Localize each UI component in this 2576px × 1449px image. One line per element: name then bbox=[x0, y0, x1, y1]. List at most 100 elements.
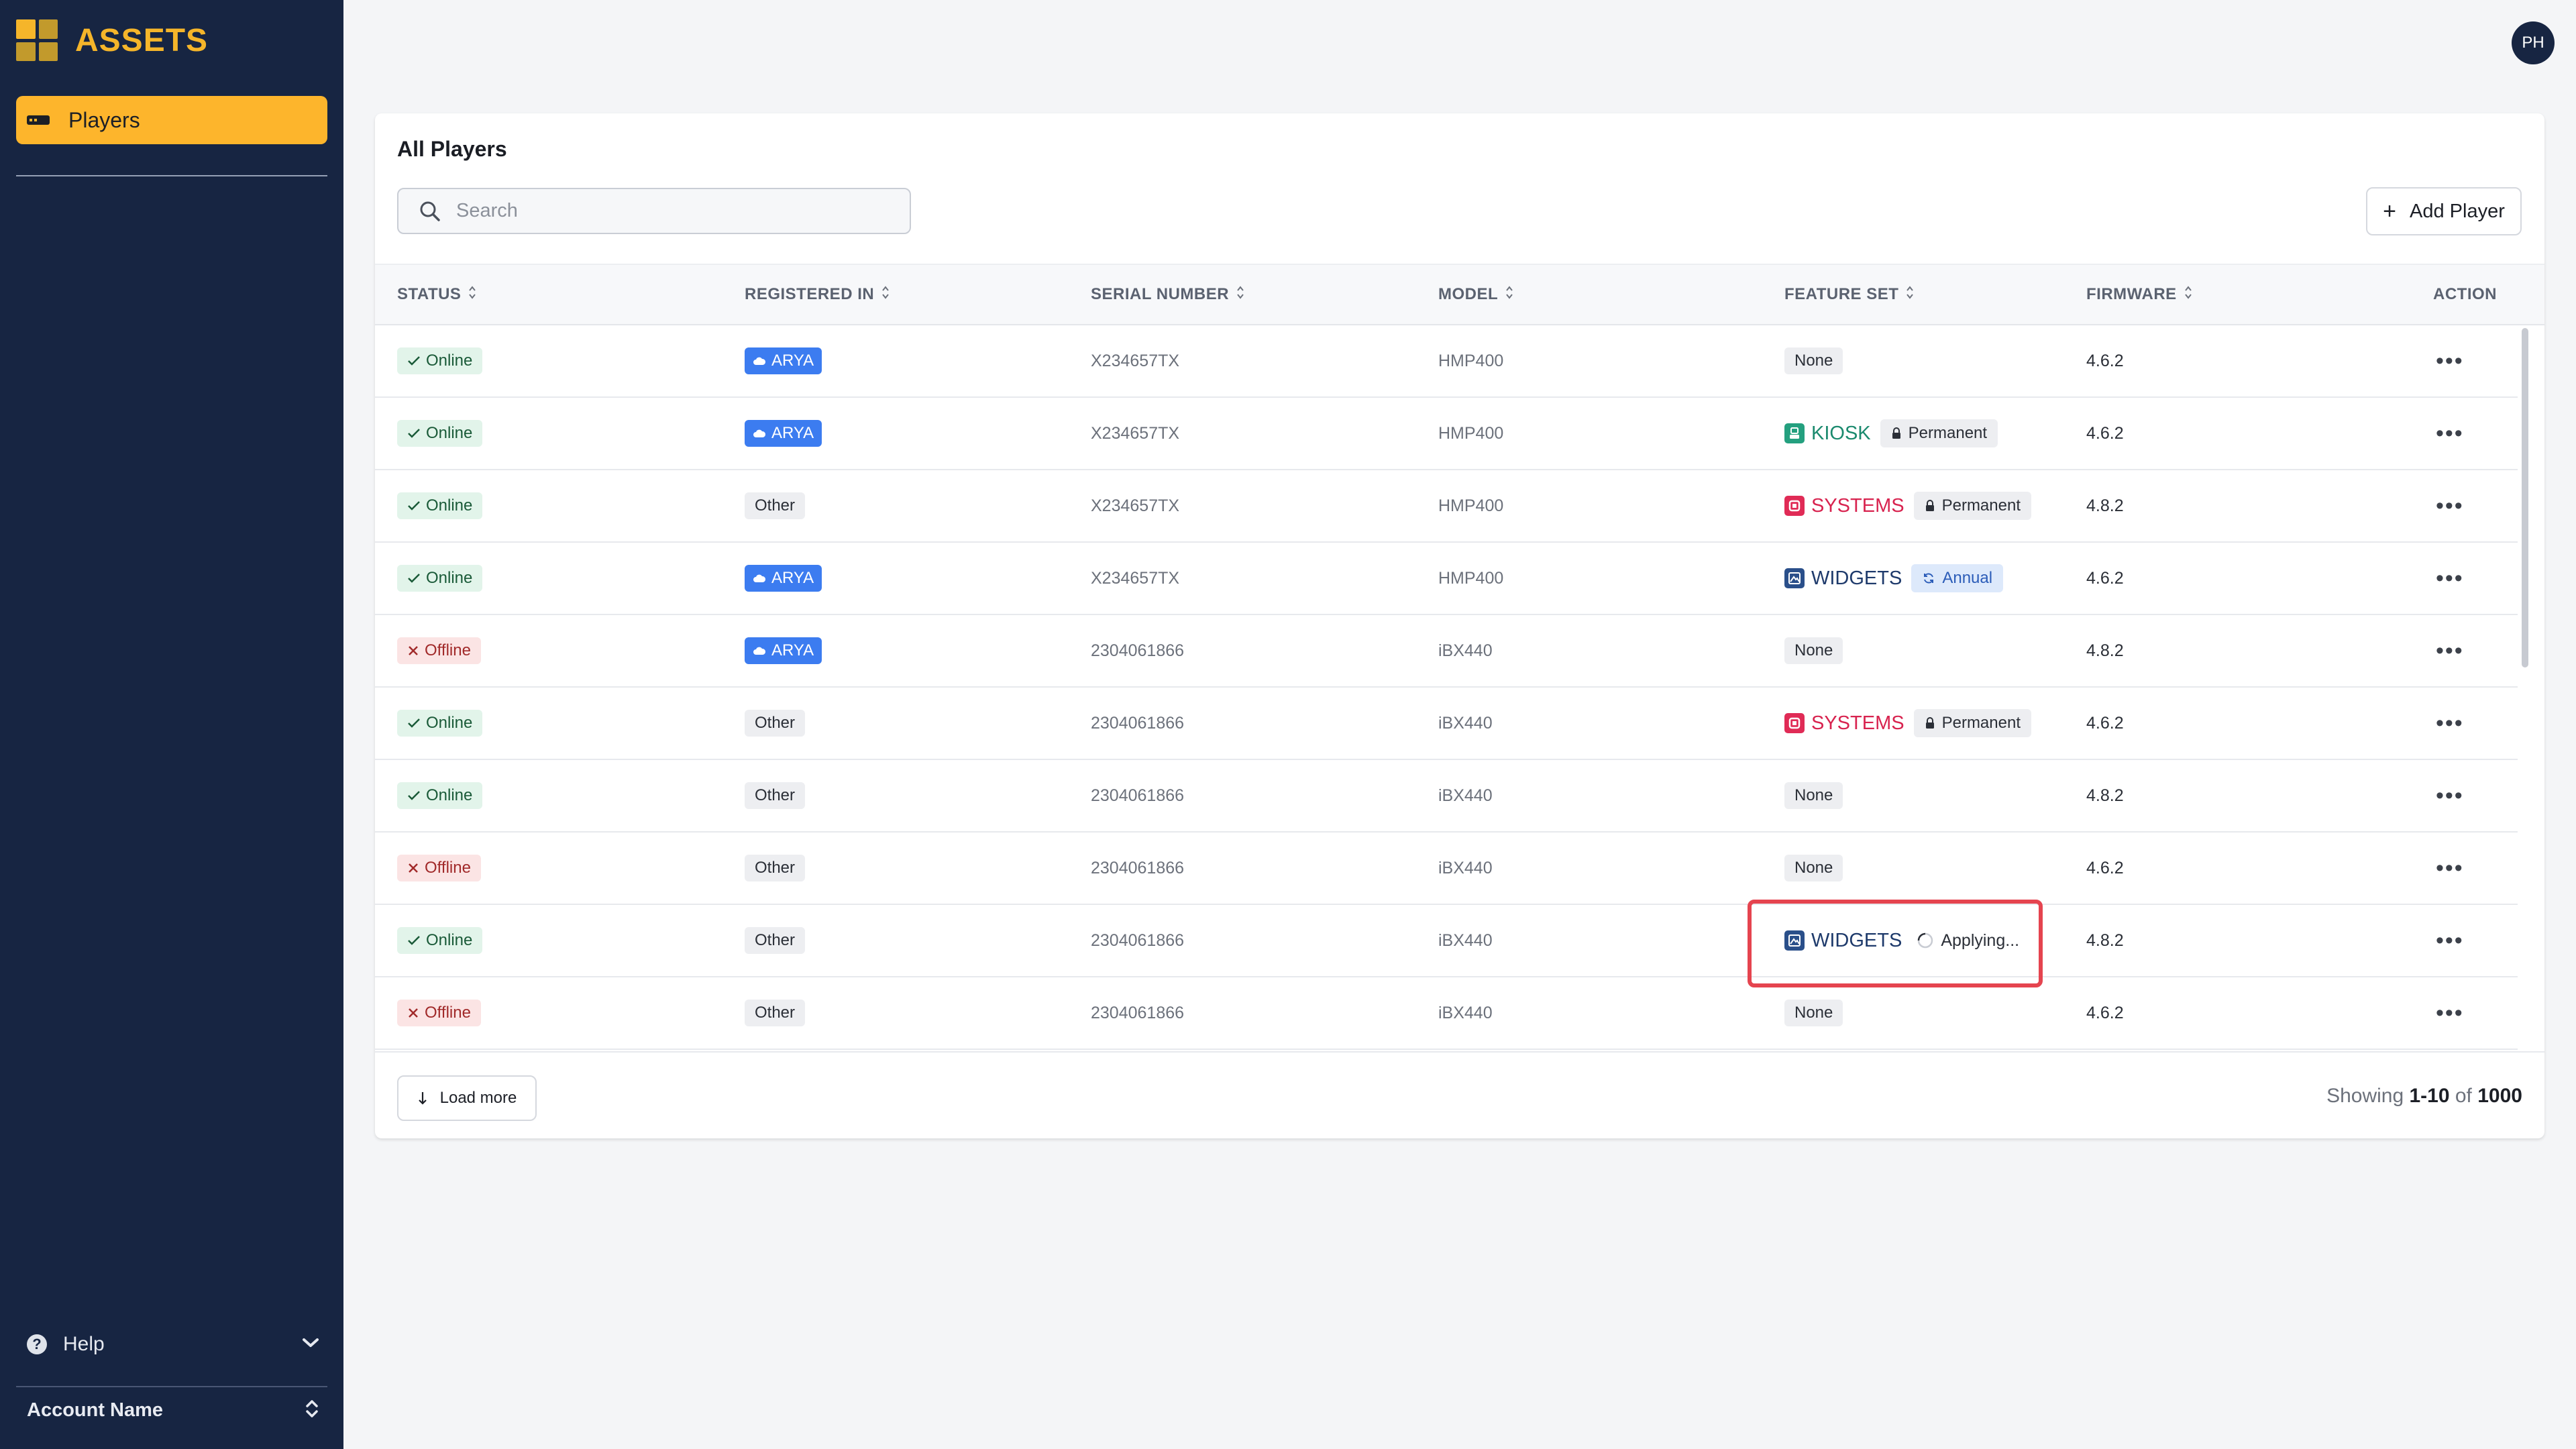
help-menu[interactable]: ? Help bbox=[27, 1328, 319, 1361]
table-row[interactable]: Online Other 2304061866 iBX440 SYSTEMS P… bbox=[375, 688, 2518, 760]
feature-label: SYSTEMS bbox=[1811, 494, 1904, 517]
sidebar-item-players[interactable]: Players bbox=[16, 96, 327, 144]
feature-set: WIDGETS bbox=[1784, 568, 1902, 590]
feature-cell: None bbox=[1784, 833, 1843, 904]
more-actions-button[interactable]: ••• bbox=[2436, 855, 2464, 881]
license-badge: Permanent bbox=[1913, 492, 2031, 520]
showing-of: of bbox=[2455, 1085, 2472, 1107]
table-row[interactable]: Online Other 2304061866 iBX440 None 4.8.… bbox=[375, 760, 2518, 833]
table-row[interactable]: Offline ARYA 2304061866 iBX440 None 4.8.… bbox=[375, 615, 2518, 688]
sort-icon bbox=[468, 285, 477, 305]
feature-label: WIDGETS bbox=[1811, 929, 1902, 951]
firmware-cell: 4.6.2 bbox=[2086, 351, 2124, 370]
status-badge: Offline bbox=[397, 1000, 481, 1026]
registered-cell: ARYA bbox=[745, 325, 822, 396]
column-status[interactable]: STATUS bbox=[397, 265, 477, 324]
registered-cell: ARYA bbox=[745, 543, 822, 614]
more-actions-button[interactable]: ••• bbox=[2436, 783, 2464, 809]
table-row[interactable]: Offline Other 2304061866 iBX440 None 4.6… bbox=[375, 977, 2518, 1050]
serial-cell: 2304061866 bbox=[1091, 930, 1185, 950]
check-icon bbox=[407, 790, 421, 802]
add-player-button[interactable]: + Add Player bbox=[2366, 187, 2522, 235]
load-more-button[interactable]: Load more bbox=[397, 1075, 537, 1121]
column-label: FEATURE SET bbox=[1784, 285, 1899, 303]
search-box[interactable] bbox=[397, 188, 911, 234]
column-registered-in[interactable]: REGISTERED IN bbox=[745, 265, 890, 324]
more-actions-button[interactable]: ••• bbox=[2436, 566, 2464, 592]
table-row[interactable]: Online ARYA X234657TX HMP400 KIOSK Perma… bbox=[375, 398, 2518, 470]
lock-icon bbox=[1891, 427, 1902, 439]
search-icon bbox=[420, 201, 440, 221]
feature-label: SYSTEMS bbox=[1811, 712, 1904, 734]
column-firmware[interactable]: FIRMWARE bbox=[2086, 265, 2193, 324]
action-cell: ••• bbox=[2436, 398, 2464, 469]
status-cell: Online bbox=[397, 760, 483, 831]
brand[interactable]: ASSETS bbox=[16, 19, 208, 62]
status-label: Online bbox=[426, 496, 473, 515]
table-scrollbar[interactable] bbox=[2522, 328, 2528, 667]
more-actions-button[interactable]: ••• bbox=[2436, 710, 2464, 737]
table-row[interactable]: Online ARYA X234657TX HMP400 WIDGETS Ann… bbox=[375, 543, 2518, 615]
table-row[interactable]: Online ARYA X234657TX HMP400 None 4.6.2 … bbox=[375, 325, 2518, 398]
feature-badge: None bbox=[1784, 347, 1843, 374]
model-cell: HMP400 bbox=[1438, 496, 1504, 515]
table-row[interactable]: Online Other X234657TX HMP400 SYSTEMS Pe… bbox=[375, 470, 2518, 543]
feature-badge: None bbox=[1784, 637, 1843, 664]
x-icon bbox=[407, 645, 419, 657]
sort-icon bbox=[1505, 285, 1514, 305]
registered-badge: Other bbox=[745, 927, 806, 954]
action-cell: ••• bbox=[2436, 615, 2464, 686]
table-row[interactable]: Online Other 2304061866 iBX440 WIDGETS A… bbox=[375, 905, 2518, 977]
more-actions-button[interactable]: ••• bbox=[2436, 928, 2464, 954]
column-feature-set[interactable]: FEATURE SET bbox=[1784, 265, 1915, 324]
showing-total: 1000 bbox=[2477, 1085, 2522, 1107]
lock-icon bbox=[1925, 717, 1935, 729]
column-model[interactable]: MODEL bbox=[1438, 265, 1514, 324]
load-more-label: Load more bbox=[439, 1089, 517, 1107]
license-label: Permanent bbox=[1908, 424, 1988, 442]
status-label: Offline bbox=[425, 859, 471, 877]
chevron-updown-icon bbox=[305, 1398, 319, 1423]
registered-cell: Other bbox=[745, 905, 806, 976]
feature-cell: KIOSK Permanent bbox=[1784, 398, 1998, 469]
license-badge: Annual bbox=[1911, 564, 2004, 592]
serial-cell: 2304061866 bbox=[1091, 641, 1185, 660]
plus-icon: + bbox=[2383, 199, 2396, 224]
registered-badge: Other bbox=[745, 492, 806, 519]
serial-cell: X234657TX bbox=[1091, 423, 1180, 443]
status-badge: Online bbox=[397, 565, 483, 592]
status-label: Online bbox=[426, 424, 473, 442]
feature-label: KIOSK bbox=[1811, 422, 1871, 444]
action-cell: ••• bbox=[2436, 833, 2464, 904]
registered-label: ARYA bbox=[771, 424, 814, 442]
more-actions-button[interactable]: ••• bbox=[2436, 638, 2464, 664]
status-label: Offline bbox=[425, 641, 471, 659]
feature-set: WIDGETS bbox=[1784, 930, 1902, 952]
more-actions-button[interactable]: ••• bbox=[2436, 493, 2464, 519]
license-label: Permanent bbox=[1941, 714, 2021, 732]
feature-set: SYSTEMS bbox=[1784, 712, 1904, 735]
registered-badge: ARYA bbox=[745, 637, 822, 664]
feature-cell: None bbox=[1784, 325, 1843, 396]
firmware-cell: 4.8.2 bbox=[2086, 786, 2124, 805]
avatar[interactable]: PH bbox=[2512, 21, 2555, 64]
status-label: Online bbox=[426, 786, 473, 804]
feature-badge: None bbox=[1784, 855, 1843, 881]
registered-badge: Other bbox=[745, 855, 806, 881]
column-serial-number[interactable]: SERIAL NUMBER bbox=[1091, 265, 1245, 324]
account-switcher[interactable]: Account Name bbox=[27, 1395, 319, 1426]
table-row[interactable]: Offline Other 2304061866 iBX440 None 4.6… bbox=[375, 833, 2518, 905]
more-actions-button[interactable]: ••• bbox=[2436, 421, 2464, 447]
column-label: REGISTERED IN bbox=[745, 285, 875, 303]
more-actions-button[interactable]: ••• bbox=[2436, 1000, 2464, 1026]
column-label: FIRMWARE bbox=[2086, 285, 2177, 303]
more-actions-button[interactable]: ••• bbox=[2436, 348, 2464, 374]
model-cell: iBX440 bbox=[1438, 713, 1493, 733]
model-cell: iBX440 bbox=[1438, 786, 1493, 805]
registered-badge: Other bbox=[745, 782, 806, 809]
help-circle-icon: ? bbox=[27, 1334, 47, 1354]
feature-set: SYSTEMS bbox=[1784, 495, 1904, 517]
registered-cell: Other bbox=[745, 470, 806, 541]
search-input[interactable] bbox=[455, 199, 860, 223]
status-label: Online bbox=[426, 714, 473, 732]
